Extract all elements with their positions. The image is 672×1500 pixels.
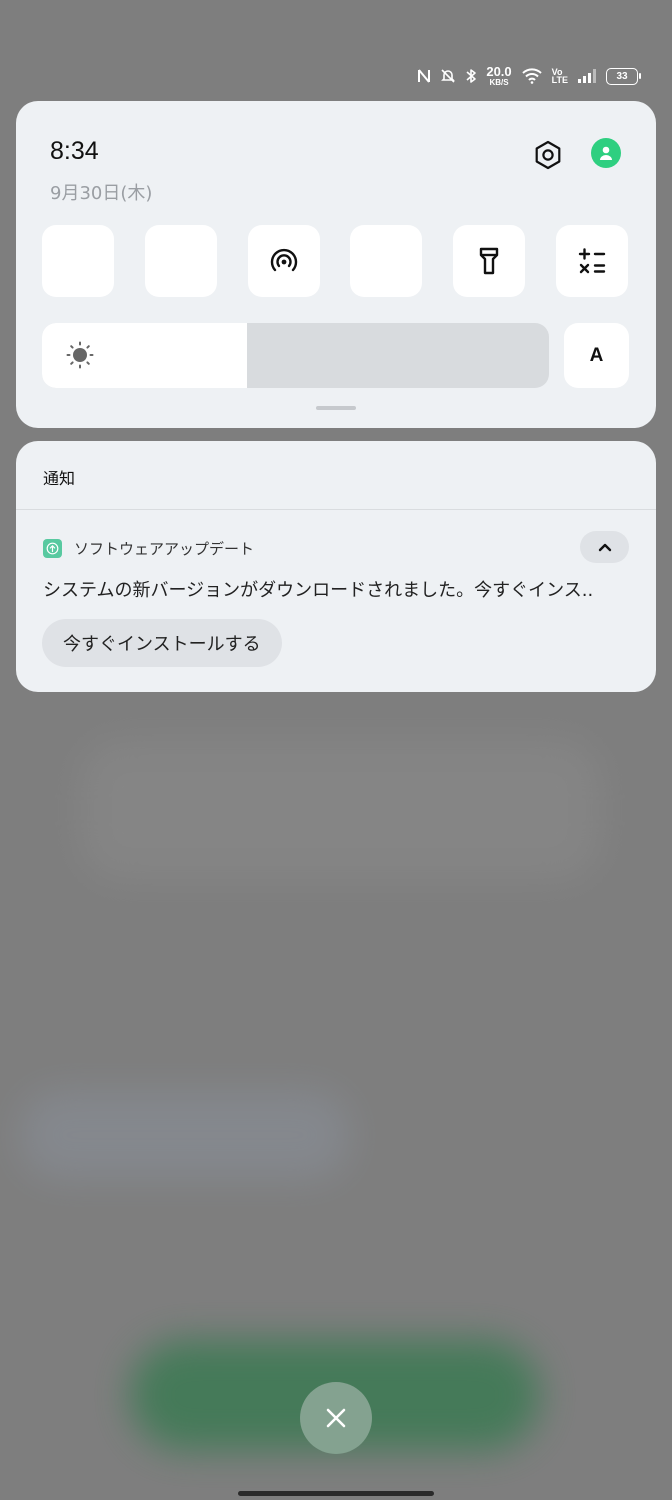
calculator-icon — [578, 248, 606, 274]
status-bar: 20.0 KB/S Vo LTE 33 — [417, 62, 641, 90]
wifi-icon — [521, 68, 543, 84]
nfc-icon — [417, 68, 431, 84]
home-indicator[interactable] — [238, 1491, 434, 1496]
notification-app-name: ソフトウェアアップデート — [74, 539, 255, 558]
user-avatar-button[interactable] — [591, 138, 621, 168]
auto-brightness-button[interactable]: A — [564, 323, 629, 388]
notification-text[interactable]: システムの新バージョンがダウンロードされました。今すぐインス.. — [43, 576, 633, 602]
date[interactable]: 9月30日(木) — [50, 179, 152, 205]
software-update-icon — [43, 538, 62, 558]
settings-icon — [535, 140, 561, 170]
collapse-button[interactable] — [580, 531, 629, 563]
calculator-toggle[interactable] — [556, 225, 628, 297]
hotspot-icon — [270, 248, 298, 272]
flashlight-toggle[interactable] — [453, 225, 525, 297]
flashlight-icon — [479, 247, 499, 275]
install-now-button[interactable]: 今すぐインストールする — [42, 619, 282, 667]
wifi-icon — [64, 250, 92, 272]
notification-app-row: ソフトウェアアップデート — [43, 535, 254, 561]
wifi-toggle[interactable] — [42, 225, 114, 297]
bluetooth-toggle[interactable] — [350, 225, 422, 297]
notification-panel: 通知 ソフトウェアアップデート システムの新バージョンがダウンロードされました。… — [16, 441, 656, 692]
divider — [16, 509, 656, 510]
quick-settings-panel: 8:34 9月30日(木) A — [16, 101, 656, 428]
background-blur — [20, 1090, 350, 1180]
mobile-data-toggle[interactable] — [145, 225, 217, 297]
quick-toggle-row — [42, 225, 628, 297]
network-speed: 20.0 KB/S — [486, 64, 512, 87]
settings-button[interactable] — [528, 135, 568, 175]
bluetooth-icon — [465, 68, 477, 84]
brightness-icon — [66, 341, 94, 369]
volte-indicator: Vo LTE — [551, 66, 568, 85]
hotspot-toggle[interactable] — [248, 225, 320, 297]
mute-bell-icon — [440, 68, 456, 84]
close-button[interactable] — [300, 1382, 372, 1454]
close-icon — [326, 1408, 346, 1428]
background-blur — [80, 740, 600, 880]
signal-icon — [577, 68, 597, 84]
notifications-header: 通知 — [43, 469, 76, 488]
panel-drag-handle[interactable] — [316, 406, 356, 410]
clock: 8:34 — [50, 137, 99, 165]
data-arrows-icon — [168, 247, 194, 275]
battery-indicator: 33 — [606, 67, 641, 85]
brightness-slider[interactable] — [42, 323, 549, 388]
user-icon — [600, 146, 612, 160]
bluetooth-icon — [377, 247, 395, 275]
chevron-up-icon — [598, 543, 611, 552]
